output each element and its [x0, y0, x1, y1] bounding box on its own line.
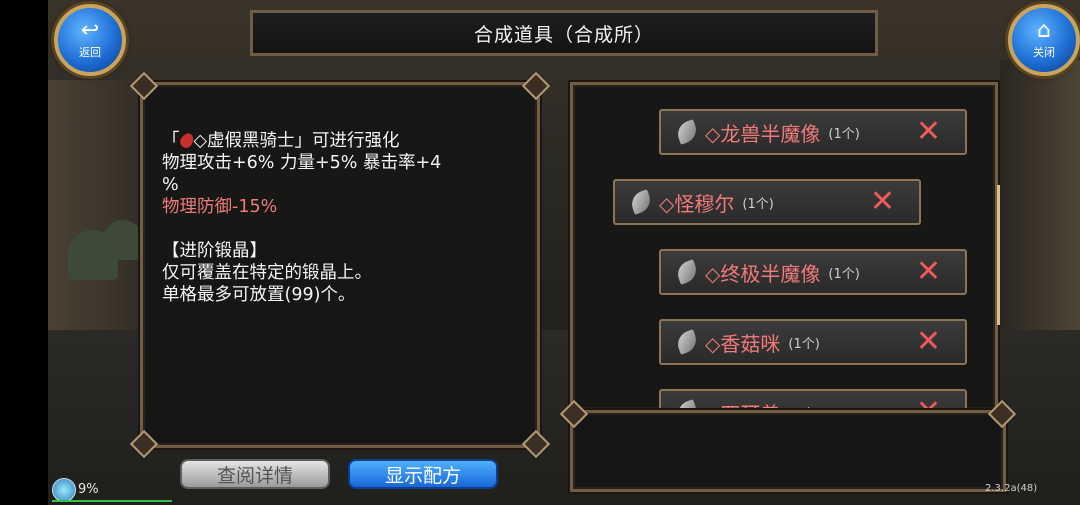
status-progress-bar	[52, 500, 172, 502]
item-count: (1个)	[742, 196, 774, 212]
view-details-button[interactable]: 查阅详情	[180, 459, 330, 489]
window-title-bar: 合成道具（合成所）	[250, 10, 878, 56]
item-name: ◇终极半魔像	[705, 261, 821, 286]
item-name: ◇龙兽半魔像	[705, 121, 821, 146]
back-button-label: 返回	[79, 46, 101, 59]
item-name: ◇怪穆尔	[659, 191, 735, 216]
home-icon: ⌂	[1037, 18, 1051, 43]
rule-line: 单格最多可放置(99)个。	[162, 285, 356, 305]
stat-line-wrap: %	[162, 175, 179, 195]
category-heading: 【进阶锻晶】	[162, 241, 267, 261]
item-count: (1个)	[828, 126, 860, 142]
penalty-line: 物理防御-15%	[162, 197, 278, 217]
list-item[interactable]: ◇龙兽半魔像 (1个) ✕	[659, 109, 967, 155]
network-status-icon	[52, 478, 76, 502]
description-line: 「 ◇虚假黑骑士」可进行强化	[162, 130, 516, 152]
list-item[interactable]: ◇四耳兽 (1个) ✕	[659, 389, 967, 409]
version-label: 2.3.2a(48)	[985, 483, 1038, 494]
item-name: ◇香菇咪	[705, 331, 781, 356]
item-name-text: ◇虚假黑骑士」可进行强化	[193, 131, 400, 151]
back-button[interactable]: ↩ 返回	[54, 4, 126, 76]
bracket-text: 「	[162, 131, 180, 151]
list-item[interactable]: ◇香菇咪 (1个) ✕	[659, 319, 967, 365]
stat-line: 物理攻击+6% 力量+5% 暴击率+4	[162, 153, 442, 173]
rule-line: 仅可覆盖在特定的锻晶上。	[162, 263, 372, 283]
result-panel	[559, 399, 1017, 492]
material-list-panel[interactable]: ◇龙兽半魔像 (1个) ✕ ◇怪穆尔 (1个) ✕ ◇终极半魔像 (1个) ✕ …	[570, 82, 998, 412]
return-arrow-icon: ↩	[80, 18, 100, 43]
item-count: (1个)	[828, 266, 860, 282]
remove-x-icon[interactable]: ✕	[916, 117, 941, 147]
remove-x-icon[interactable]: ✕	[916, 257, 941, 287]
leaf-icon	[674, 329, 700, 355]
item-count: (1个)	[788, 336, 820, 352]
show-recipe-button[interactable]: 显示配方	[348, 459, 498, 489]
leaf-icon	[628, 189, 654, 215]
leaf-icon	[674, 119, 700, 145]
leaf-icon	[674, 259, 700, 285]
item-description: 「 ◇虚假黑骑士」可进行强化 物理攻击+6% 力量+5% 暴击率+4 % 物理防御…	[142, 108, 536, 448]
list-item[interactable]: ◇终极半魔像 (1个) ✕	[659, 249, 967, 295]
remove-x-icon[interactable]: ✕	[916, 327, 941, 357]
window-title: 合成道具（合成所）	[473, 23, 654, 46]
list-item[interactable]: ◇怪穆尔 (1个) ✕	[613, 179, 921, 225]
status-percent: 9%	[78, 482, 99, 497]
close-button-label: 关闭	[1033, 46, 1055, 59]
list-scrollbar[interactable]	[997, 185, 1000, 325]
close-button[interactable]: ⌂ 关闭	[1008, 4, 1080, 76]
background-plant-icon	[103, 220, 143, 260]
remove-x-icon[interactable]: ✕	[870, 187, 895, 217]
